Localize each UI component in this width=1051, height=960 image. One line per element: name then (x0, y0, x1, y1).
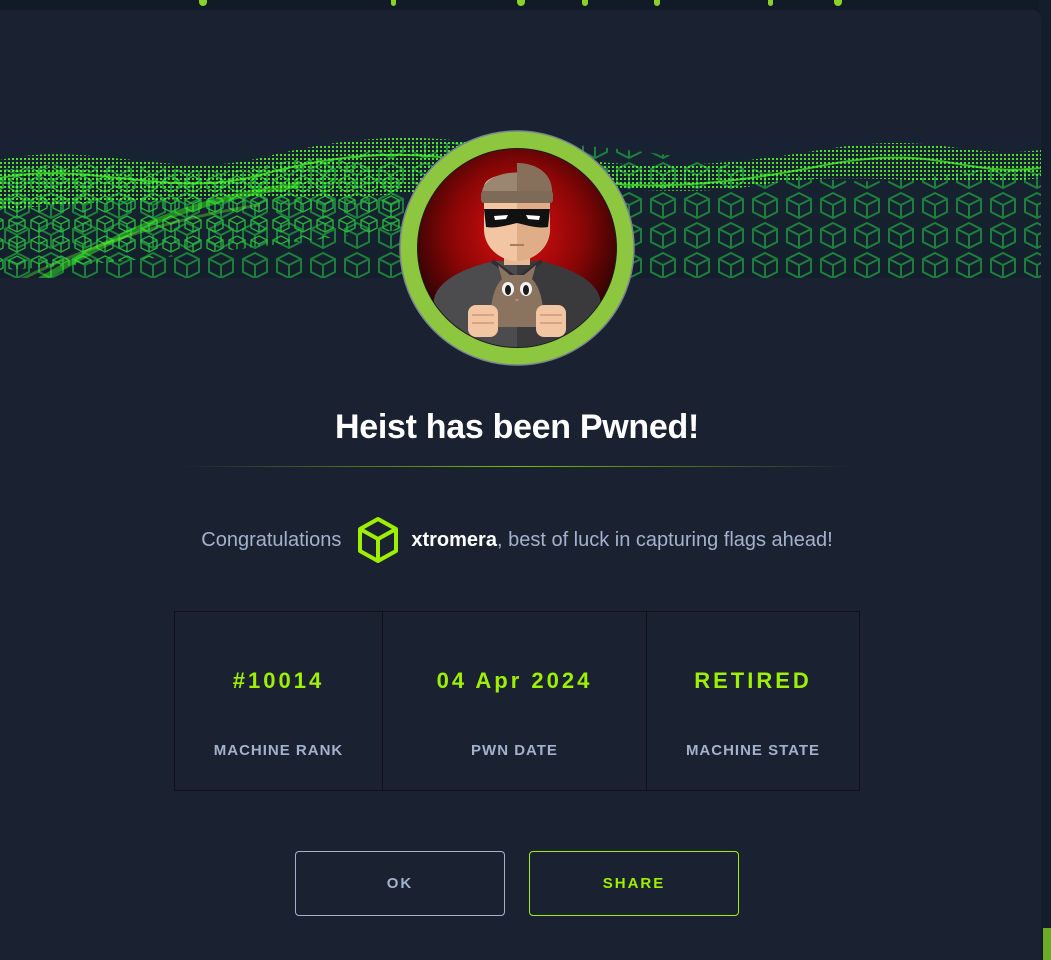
backdrop-dot (654, 0, 660, 6)
stat-value: 04 Apr 2024 (436, 668, 593, 693)
background-page-accent (1043, 928, 1051, 960)
congrats-suffix: , best of luck in capturing flags ahead! (496, 528, 833, 551)
username-link[interactable]: xtromera (411, 529, 497, 552)
stat-label: MACHINE RANK (213, 742, 344, 759)
stat-label: MACHINE STATE (685, 742, 821, 759)
title-divider (183, 466, 853, 467)
share-button[interactable]: SHARE (529, 851, 739, 916)
stat-machine-rank: #10014 MACHINE RANK (175, 612, 383, 790)
heist-machine-avatar (399, 130, 635, 366)
backdrop-dot (768, 0, 773, 6)
pwn-stats-table: #10014 MACHINE RANK 04 Apr 2024 PWN DATE… (174, 611, 860, 791)
stat-pwn-date: 04 Apr 2024 PWN DATE (383, 612, 647, 790)
stat-value: #10014 (232, 668, 325, 693)
pwned-modal: Heist has been Pwned! Congratulations xt… (0, 10, 1041, 960)
page-title: Heist has been Pwned! (334, 408, 699, 446)
backdrop-dot (391, 0, 396, 6)
stat-machine-state: RETIRED MACHINE STATE (647, 612, 859, 790)
stat-label: PWN DATE (471, 742, 558, 759)
backdrop-dot (582, 0, 588, 6)
stat-value: RETIRED (694, 668, 812, 693)
backdrop-top-strip (0, 0, 1051, 10)
ok-button[interactable]: OK (295, 851, 505, 916)
congrats-message: Congratulations xtromera , best of luck … (0, 515, 1034, 565)
congrats-prefix: Congratulations (201, 528, 342, 551)
hack-the-box-cube-icon (358, 517, 399, 563)
